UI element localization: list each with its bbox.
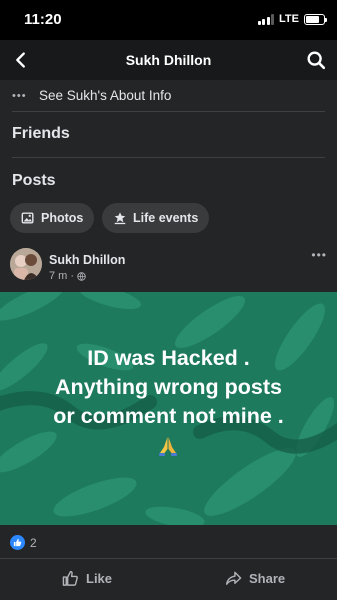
status-time: 11:20 xyxy=(24,11,62,28)
post-text-line: or comment not mine . xyxy=(53,404,284,428)
star-flag-icon xyxy=(114,212,126,225)
reaction-count: 2 xyxy=(30,535,37,550)
signal-icon xyxy=(257,13,275,25)
post-meta: 7 m · xyxy=(49,270,86,282)
avatar-photo xyxy=(10,248,42,280)
profile-panel: ••• See Sukh's About Info Friends Posts … xyxy=(0,80,337,600)
post-header: Sukh Dhillon 7 m · ••• xyxy=(10,248,327,286)
life-events-chip-label: Life events xyxy=(133,211,199,225)
divider xyxy=(12,111,325,112)
share-label: Share xyxy=(249,571,286,586)
folded-hands-icon xyxy=(159,437,177,456)
like-button[interactable]: Like xyxy=(62,570,112,587)
more-dots-icon: ••• xyxy=(12,89,27,102)
post-text-line: ID was Hacked . xyxy=(87,346,250,370)
about-info-link[interactable]: ••• See Sukh's About Info xyxy=(12,88,171,103)
life-events-chip[interactable]: Life events xyxy=(102,203,210,233)
about-info-label: See Sukh's About Info xyxy=(39,88,172,103)
battery-icon xyxy=(304,13,327,25)
post-actions: Like Share xyxy=(0,558,337,600)
post-options-icon[interactable]: ••• xyxy=(311,248,327,262)
network-type: LTE xyxy=(279,13,299,25)
globe-icon xyxy=(77,271,86,281)
search-icon[interactable] xyxy=(305,49,327,71)
post-timestamp[interactable]: 7 m xyxy=(49,270,67,282)
friends-heading[interactable]: Friends xyxy=(12,125,70,143)
like-reaction-icon xyxy=(10,535,25,550)
share-arrow-icon xyxy=(225,571,242,585)
photos-icon xyxy=(21,212,34,224)
posts-heading: Posts xyxy=(12,172,56,189)
photos-chip[interactable]: Photos xyxy=(10,203,95,233)
post-text: ID was Hacked . Anything wrong posts or … xyxy=(0,344,337,431)
post-text-line: Anything wrong posts xyxy=(55,375,282,399)
like-label: Like xyxy=(86,571,113,586)
share-button[interactable]: Share xyxy=(225,570,285,587)
post-background: ID was Hacked . Anything wrong posts or … xyxy=(0,292,337,525)
meta-separator: · xyxy=(70,270,75,282)
divider xyxy=(12,157,325,158)
page-title: Sukh Dhillon xyxy=(125,52,212,68)
battery-level xyxy=(306,15,319,23)
status-indicators: LTE xyxy=(257,13,327,25)
reaction-summary[interactable]: 2 xyxy=(10,535,37,550)
avatar[interactable] xyxy=(10,248,42,280)
status-bar: 11:20 LTE xyxy=(0,0,337,40)
photos-chip-label: Photos xyxy=(41,211,84,225)
thumbs-up-icon xyxy=(62,570,78,586)
post-author[interactable]: Sukh Dhillon xyxy=(49,253,125,267)
top-nav: Sukh Dhillon xyxy=(0,40,337,80)
